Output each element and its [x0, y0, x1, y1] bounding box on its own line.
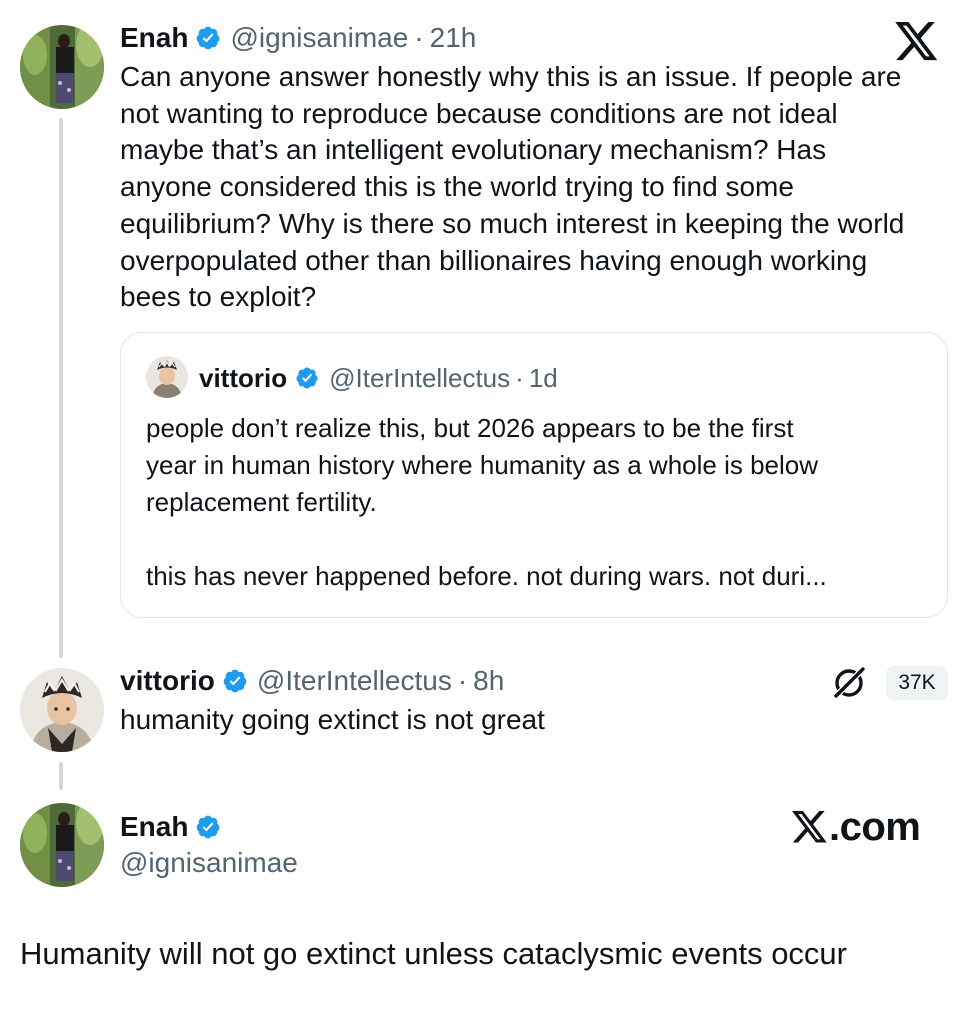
dot-separator: · [457, 665, 468, 696]
tweet-text-line: overpopulated other than billionaires ha… [120, 244, 868, 276]
verified-badge-icon [222, 668, 248, 694]
reply-header: vittorio @IterIntellectus · 8h [120, 664, 504, 698]
quoted-timestamp[interactable]: 1d [529, 363, 558, 394]
quoted-tweet-card[interactable]: vittorio @IterIntellectus · 1d people do… [120, 332, 948, 618]
tweet-text-line: anyone considered this is the world tryi… [120, 171, 794, 203]
quoted-text-line: people don’t realize this, but 2026 appe… [146, 413, 794, 443]
quoted-tweet-text: people don’t realize this, but 2026 appe… [146, 410, 827, 595]
profile-author-handle[interactable]: @ignisanimae [120, 847, 298, 879]
tweet-text-line: not wanting to reproduce because conditi… [120, 97, 838, 129]
verified-badge-icon [295, 366, 319, 390]
quoted-text-line: this has never happened before. not duri… [146, 561, 827, 591]
dot-separator: · [414, 22, 424, 53]
x-logo-icon [895, 22, 939, 62]
thread-line-2 [59, 762, 63, 790]
x-com-label: .com [829, 804, 921, 849]
grok-icon[interactable] [830, 664, 868, 702]
avatar-enah-profile[interactable] [20, 803, 104, 887]
x-com-watermark: .com [792, 804, 921, 850]
reply-timestamp[interactable]: 8h [473, 665, 504, 697]
views-count-badge[interactable]: 37K [886, 666, 948, 700]
profile-name-row: Enah [120, 810, 230, 844]
tweet-text-line: Can anyone answer honestly why this is a… [120, 61, 902, 92]
verified-badge-icon [195, 25, 221, 51]
reply-author-handle[interactable]: @IterIntellectus [257, 665, 452, 697]
quoted-text-line: year in human history where humanity as … [146, 450, 819, 480]
profile-author-name[interactable]: Enah [120, 811, 188, 843]
author-handle[interactable]: @ignisanimae [230, 22, 408, 54]
thread-line-1 [59, 118, 63, 658]
avatar-enah[interactable] [20, 25, 104, 109]
tweet-text: Can anyone answer honestly why this is a… [120, 59, 904, 316]
caption-text: Humanity will not go extinct unless cata… [20, 936, 847, 971]
quoted-author-name[interactable]: vittorio [199, 363, 287, 394]
dot-separator: · [515, 362, 524, 393]
tweet-text-line: equilibrium? Why is there so much intere… [120, 207, 905, 239]
reply-text: humanity going extinct is not great [120, 704, 545, 735]
quoted-text-line: replacement fertility. [146, 487, 377, 517]
tweet-text-line: maybe that’s an intelligent evolutionary… [120, 134, 827, 166]
quoted-text-line [146, 521, 827, 558]
avatar-vittorio-small [146, 356, 188, 398]
quoted-tweet-header: vittorio @IterIntellectus · 1d [199, 362, 558, 394]
author-name[interactable]: Enah [120, 22, 188, 54]
profile-handle-row: @ignisanimae [120, 846, 298, 880]
tweet-header: Enah @ignisanimae · 21h [120, 21, 476, 55]
avatar-vittorio[interactable] [20, 668, 104, 752]
reply-author-name[interactable]: vittorio [120, 665, 215, 697]
verified-badge-icon [195, 814, 221, 840]
tweet-text-line: bees to exploit? [120, 281, 317, 313]
x-logo-icon [792, 810, 827, 842]
timestamp[interactable]: 21h [430, 22, 477, 54]
quoted-author-handle[interactable]: @IterIntellectus [329, 363, 510, 394]
